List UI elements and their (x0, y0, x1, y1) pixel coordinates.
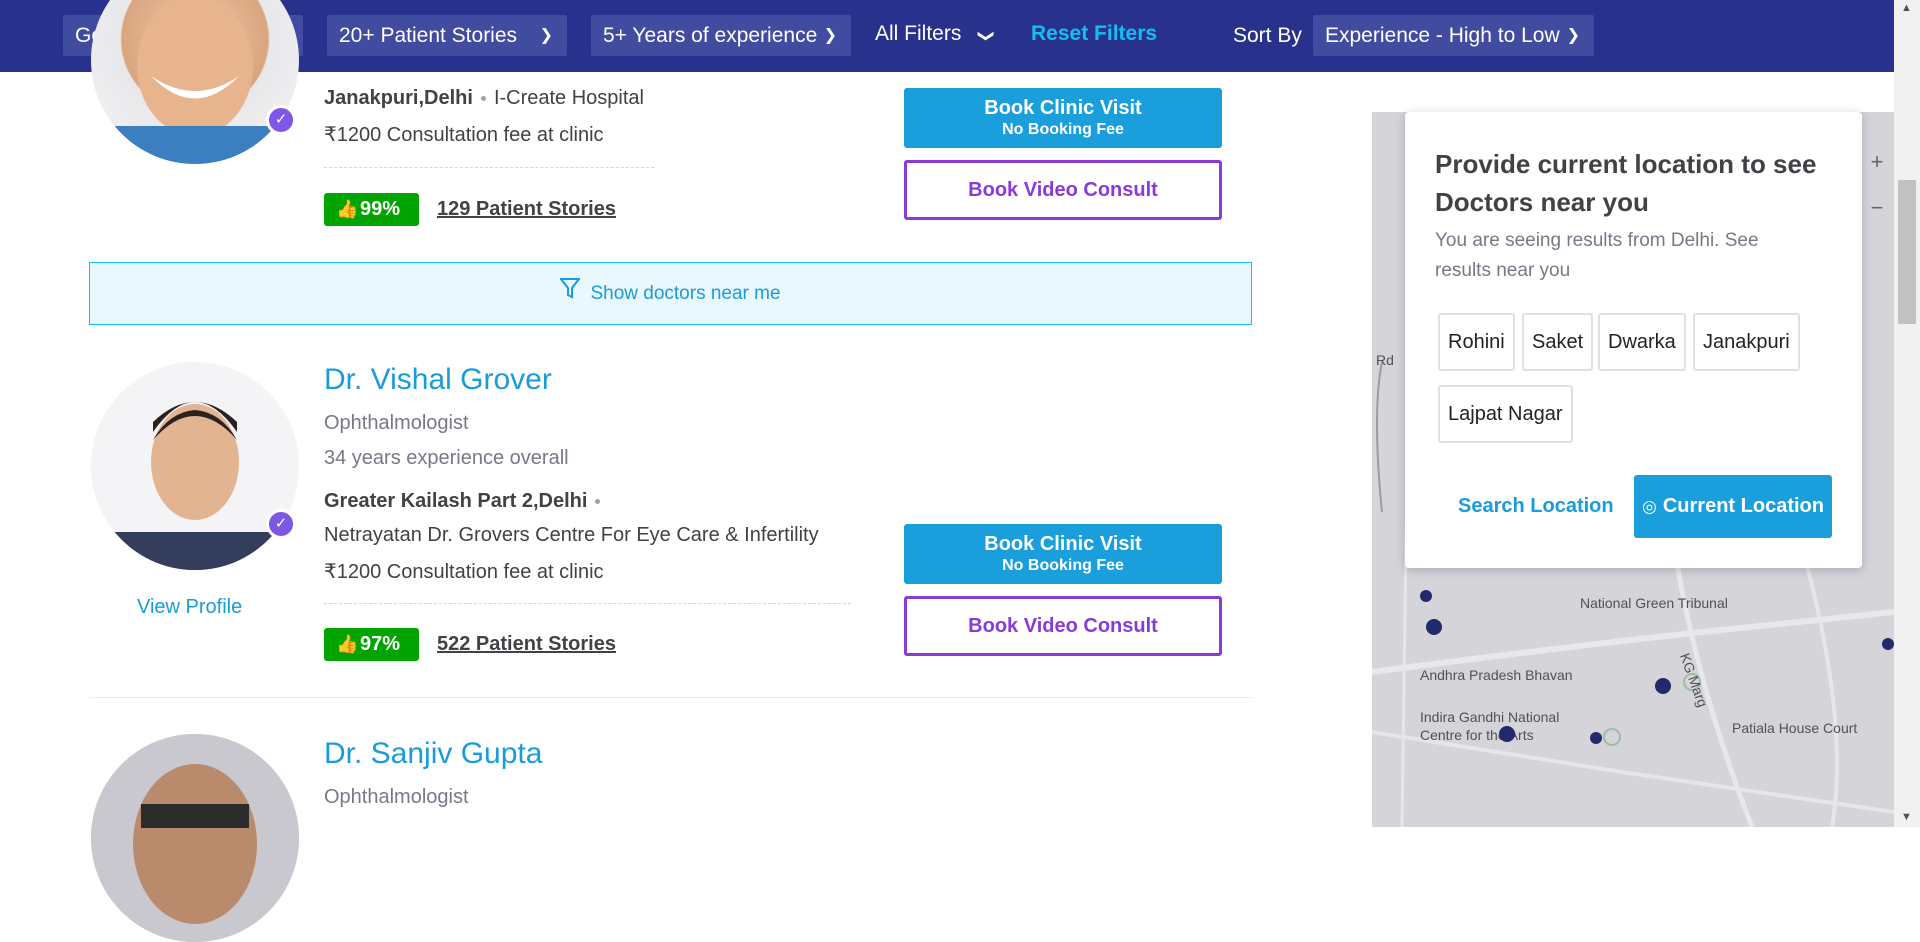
no-booking-fee-label: No Booking Fee (1002, 121, 1124, 138)
thumbs-up-icon: 👍 (336, 199, 359, 219)
doctor-name-link[interactable]: Dr. Vishal Grover (324, 363, 552, 397)
sort-by-label: Sort By (1233, 24, 1302, 47)
verified-badge-icon: ✓ (266, 105, 296, 135)
thumbs-up-icon: 👍 (336, 634, 359, 654)
scroll-up-arrow-icon[interactable]: ▲ (1901, 2, 1912, 14)
scrollbar-thumb[interactable] (1898, 180, 1916, 324)
location-chip-lajpat-nagar[interactable]: Lajpat Nagar (1438, 385, 1573, 443)
all-filters-button[interactable]: All Filters ❯ (875, 15, 995, 56)
doctor-name-link[interactable]: Dr. Sanjiv Gupta (324, 737, 542, 771)
book-video-consult-button[interactable]: Book Video Consult (904, 160, 1222, 220)
doctor-photo[interactable] (91, 734, 299, 942)
scroll-down-arrow-icon[interactable]: ▼ (1901, 811, 1912, 823)
rating-value: 97% (360, 633, 401, 655)
no-booking-fee-label: No Booking Fee (1002, 557, 1124, 574)
doctor-photo-image (91, 362, 299, 570)
location-popup-title: Provide current location to see Doctors … (1435, 149, 1817, 217)
separator-dot (595, 499, 601, 505)
book-clinic-visit-label: Book Clinic Visit (984, 533, 1142, 555)
location-chip-janakpuri[interactable]: Janakpuri (1693, 313, 1800, 371)
verified-badge-icon: ✓ (266, 509, 296, 539)
rating-badge: 👍 99% (324, 193, 419, 226)
location-popup-subtitle: You are seeing results from Delhi. See r… (1435, 230, 1759, 281)
sort-dropdown[interactable]: Experience - High to Low ❯ (1313, 15, 1594, 56)
doctor-photo-image (91, 734, 299, 942)
doctor-specialty: Ophthalmologist (324, 786, 469, 808)
map-pin-icon[interactable] (1882, 638, 1894, 650)
consultation-fee: ₹1200 Consultation fee at clinic (324, 124, 604, 146)
zoom-in-button[interactable]: + (1860, 142, 1894, 182)
search-location-link[interactable]: Search Location (1458, 495, 1614, 518)
show-doctors-near-me-label: Show doctors near me (590, 283, 781, 304)
location-chip-dwarka[interactable]: Dwarka (1598, 313, 1686, 371)
current-location-button[interactable]: ◎ Current Location (1634, 475, 1832, 538)
clinic-name: I-Create Hospital (493, 87, 644, 109)
doctor-photo[interactable] (91, 0, 299, 164)
patient-stories-link[interactable]: 129 Patient Stories (437, 198, 616, 221)
separator-dot (480, 96, 486, 102)
patient-stories-link[interactable]: 522 Patient Stories (437, 633, 616, 656)
map-label: Indira Gandhi National (1420, 709, 1560, 725)
location-chip-saket[interactable]: Saket (1522, 313, 1594, 371)
map-pin-icon[interactable] (1590, 732, 1602, 744)
clinic-address: Greater Kailash Part 2,Delhi (324, 490, 608, 513)
doctor-photo[interactable] (91, 362, 299, 570)
doctor-specialty: Ophthalmologist (324, 412, 469, 434)
doctor-photo-image (91, 0, 299, 164)
map-label: Andhra Pradesh Bhavan (1420, 667, 1573, 683)
chevron-down-icon: ❯ (1566, 27, 1580, 44)
divider (324, 603, 851, 604)
map-label: Centre for the Arts (1420, 727, 1534, 743)
reset-filters-link[interactable]: Reset Filters (1031, 15, 1157, 56)
clinic-location: Greater Kailash Part 2,Delhi (324, 490, 588, 512)
book-clinic-visit-button[interactable]: Book Clinic Visit No Booking Fee (904, 88, 1222, 148)
page-scrollbar[interactable]: ▲ ▼ (1894, 0, 1920, 827)
map-pin-icon[interactable] (1426, 619, 1442, 635)
book-clinic-visit-label: Book Clinic Visit (984, 97, 1142, 119)
chevron-down-icon: ❯ (977, 29, 995, 43)
rating-value: 99% (360, 198, 401, 220)
map-pin-icon[interactable] (1499, 726, 1515, 742)
map-pin-icon[interactable] (1420, 590, 1432, 602)
location-popup: Provide current location to see Doctors … (1405, 112, 1862, 568)
all-filters-label: All Filters (875, 22, 962, 45)
consultation-fee: ₹1200 Consultation fee at clinic (324, 561, 604, 583)
map-label: Rd (1376, 352, 1394, 368)
book-clinic-visit-button[interactable]: Book Clinic Visit No Booking Fee (904, 524, 1222, 584)
divider (324, 167, 654, 168)
location-target-icon: ◎ (1642, 497, 1657, 516)
clinic-name: Netrayatan Dr. Grovers Centre For Eye Ca… (324, 524, 819, 546)
patient-stories-filter-dropdown[interactable]: 20+ Patient Stories ❯ (327, 15, 567, 56)
zoom-out-button[interactable]: − (1860, 188, 1894, 228)
sort-value: Experience - High to Low (1325, 24, 1560, 47)
chevron-down-icon: ❯ (539, 27, 553, 44)
clinic-address: Janakpuri,Delhi I-Create Hospital (324, 87, 644, 110)
experience-filter-label: 5+ Years of experience (603, 24, 818, 47)
patient-stories-filter-label: 20+ Patient Stories (339, 24, 518, 47)
filter-funnel-icon (559, 263, 582, 324)
map-label: National Green Tribunal (1580, 595, 1728, 611)
chevron-down-icon: ❯ (823, 27, 837, 44)
clinic-location: Janakpuri,Delhi (324, 87, 473, 109)
card-separator (89, 697, 1252, 698)
view-profile-link[interactable]: View Profile (137, 596, 242, 619)
map-label: Patiala House Court (1732, 720, 1858, 736)
book-video-consult-button[interactable]: Book Video Consult (904, 596, 1222, 656)
experience-filter-dropdown[interactable]: 5+ Years of experience ❯ (591, 15, 851, 56)
rating-badge: 👍 97% (324, 628, 419, 661)
doctor-experience: 34 years experience overall (324, 447, 569, 469)
map-pin-icon[interactable] (1655, 678, 1671, 694)
current-location-label: Current Location (1662, 495, 1824, 517)
show-doctors-near-me-button[interactable]: Show doctors near me (89, 262, 1252, 325)
location-chip-rohini[interactable]: Rohini (1438, 313, 1515, 371)
